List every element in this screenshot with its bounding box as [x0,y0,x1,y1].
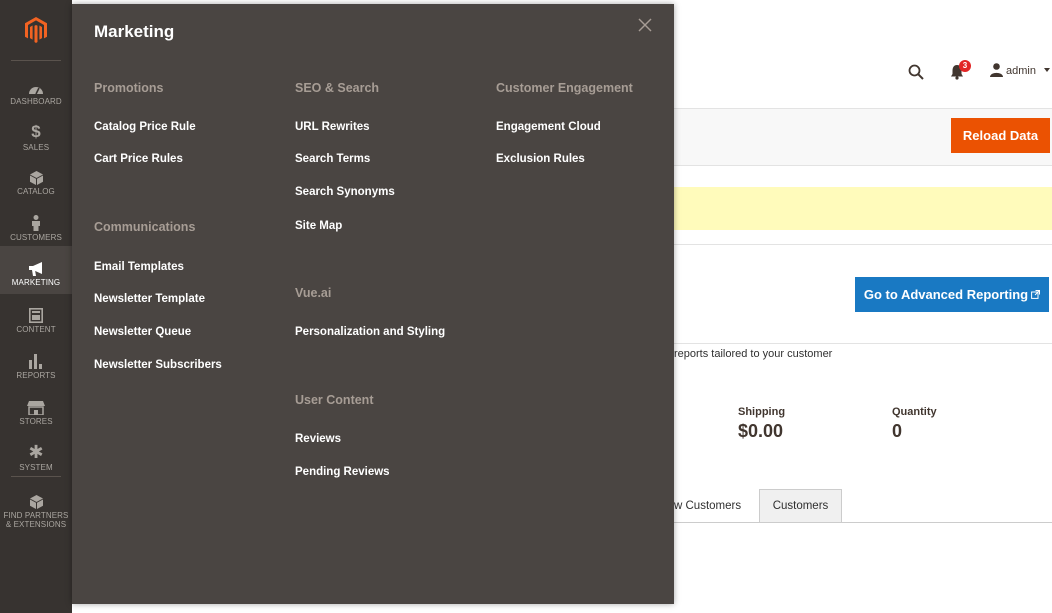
menu-item-search-synonyms[interactable]: Search Synonyms [295,186,395,198]
menu-item-personalization-and-styling[interactable]: Personalization and Styling [295,326,445,338]
sidebar-item-label: Catalog [17,186,55,196]
menu-item-site-map[interactable]: Site Map [295,220,342,232]
menu-item-email-templates[interactable]: Email Templates [94,261,184,273]
sidebar-divider [11,476,61,477]
admin-user-menu[interactable]: admin [1006,65,1036,77]
speedometer-icon [29,86,43,94]
quantity-stat-label: Quantity [892,406,937,418]
group-title-vue-ai: Vue.ai [295,286,332,300]
sidebar-item-label: Content [16,324,56,334]
menu-item-url-rewrites[interactable]: URL Rewrites [295,121,370,133]
sidebar-item-label: Find Partners & Extensions [3,511,69,529]
shipping-stat: Shipping $0.00 [738,406,785,442]
search-icon[interactable] [908,64,924,85]
quantity-stat-value: 0 [892,421,903,441]
user-icon[interactable] [990,63,1003,82]
group-title-communications: Communications [94,220,196,234]
menu-item-newsletter-subscribers[interactable]: Newsletter Subscribers [94,359,222,371]
menu-item-engagement-cloud[interactable]: Engagement Cloud [496,121,601,133]
sidebar-item-label: Dashboard [10,96,62,106]
close-icon[interactable] [638,18,652,37]
menu-item-reviews[interactable]: Reviews [295,433,341,445]
sidebar-item-sales[interactable]: $ Sales [0,112,72,158]
gear-icon: ✱ [28,441,44,462]
shipping-stat-value: $0.00 [738,421,784,441]
person-icon [32,214,40,231]
tab-new-customers[interactable]: w Customers [672,489,758,523]
admin-sidebar: Dashboard $ Sales Catalog Customers Mark… [0,0,72,613]
menu-item-search-terms[interactable]: Search Terms [295,153,370,165]
sidebar-item-label: Reports [16,370,56,380]
shipping-stat-label: Shipping [738,406,786,418]
dollar-icon: $ [31,121,41,141]
advanced-reporting-description: reports tailored to your customer [674,348,833,360]
group-title-promotions: Promotions [94,81,164,95]
magento-logo-icon [25,17,47,43]
sidebar-item-label: Marketing [11,277,61,287]
group-title-customer-engagement: Customer Engagement [496,81,633,95]
group-title-seo-search: SEO & Search [295,81,380,95]
sidebar-item-find-partners[interactable]: Find Partners & Extensions [0,480,72,536]
sidebar-item-label: Customers [10,232,62,242]
sidebar-item-system[interactable]: ✱ System [0,432,72,478]
sidebar-item-label: System [19,462,53,472]
external-link-icon [1031,290,1041,299]
flyout-title: Marketing [94,22,175,41]
admin-header-actions: 3 admin [900,60,1052,85]
box-icon [29,495,43,509]
menu-item-pending-reviews[interactable]: Pending Reviews [295,466,390,478]
bar-chart-icon [29,353,42,369]
sidebar-item-marketing[interactable]: Marketing [0,246,72,294]
logo-divider [11,60,61,61]
storefront-icon [27,400,45,415]
go-to-advanced-reporting-button[interactable]: Go to Advanced Reporting [855,277,1049,312]
sidebar-item-customers[interactable]: Customers [0,202,72,248]
menu-item-catalog-price-rule[interactable]: Catalog Price Rule [94,121,196,133]
sidebar-item-stores[interactable]: Stores [0,386,72,432]
magento-logo[interactable] [0,0,72,60]
cube-icon [29,170,43,185]
sidebar-item-dashboard[interactable]: Dashboard [0,66,72,112]
group-title-user-content: User Content [295,393,374,407]
menu-item-exclusion-rules[interactable]: Exclusion Rules [496,153,585,165]
menu-item-cart-price-rules[interactable]: Cart Price Rules [94,153,183,165]
quantity-stat: Quantity 0 [892,406,937,442]
sidebar-item-reports[interactable]: Reports [0,340,72,386]
content-icon [29,307,43,323]
chevron-down-icon[interactable] [1044,68,1050,72]
menu-item-newsletter-queue[interactable]: Newsletter Queue [94,326,191,338]
menu-item-newsletter-template[interactable]: Newsletter Template [94,293,205,305]
advanced-reporting-button-label: Go to Advanced Reporting [863,287,1029,302]
sidebar-item-catalog[interactable]: Catalog [0,156,72,202]
sidebar-item-content[interactable]: Content [0,294,72,340]
tab-customers[interactable]: Customers [759,489,842,523]
sidebar-item-label: Sales [22,142,50,152]
reload-data-button[interactable]: Reload Data [951,118,1050,153]
notifications-count-badge[interactable]: 3 [959,60,971,72]
sidebar-item-label: Stores [19,416,53,426]
marketing-flyout-menu: Marketing Promotions Catalog Price Rule … [72,4,674,604]
megaphone-icon [29,261,42,276]
